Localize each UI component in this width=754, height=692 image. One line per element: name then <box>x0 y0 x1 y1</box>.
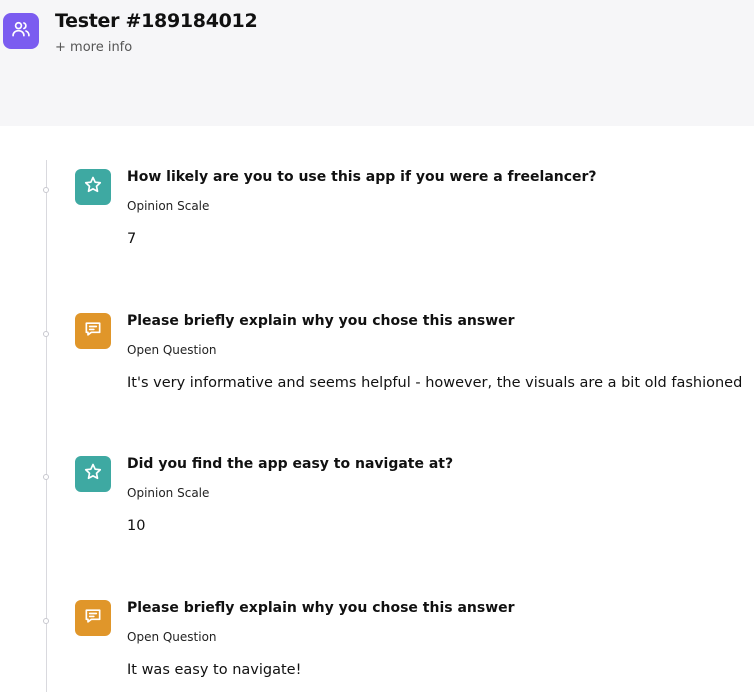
question-type: Opinion Scale <box>127 486 210 500</box>
question-title: How likely are you to use this app if yo… <box>127 169 597 185</box>
timeline-dot <box>43 618 49 624</box>
question-type: Open Question <box>127 343 217 357</box>
message-icon <box>83 606 103 630</box>
question-title: Please briefly explain why you chose thi… <box>127 600 515 616</box>
tester-header: Tester #189184012 + more info <box>0 0 754 126</box>
answer-text: 7 <box>127 231 137 247</box>
answer-text: 10 <box>127 518 146 534</box>
question-title: Please briefly explain why you chose thi… <box>127 313 515 329</box>
more-info-link[interactable]: + more info <box>55 40 132 55</box>
timeline-dot <box>43 331 49 337</box>
star-icon <box>83 175 103 199</box>
answer-text: It was easy to navigate! <box>127 662 302 678</box>
timeline-dot <box>43 187 49 193</box>
users-icon <box>11 19 31 43</box>
open-question-badge <box>75 600 111 636</box>
tester-avatar <box>3 13 39 49</box>
question-type: Opinion Scale <box>127 199 210 213</box>
open-question-badge <box>75 313 111 349</box>
message-icon <box>83 319 103 343</box>
timeline-line <box>46 160 47 692</box>
opinion-scale-badge <box>75 456 111 492</box>
question-title: Did you find the app easy to navigate at… <box>127 456 454 472</box>
question-type: Open Question <box>127 630 217 644</box>
page-title: Tester #189184012 <box>55 10 258 32</box>
opinion-scale-badge <box>75 169 111 205</box>
timeline-dot <box>43 474 49 480</box>
answer-text: It's very informative and seems helpful … <box>127 375 743 391</box>
star-icon <box>83 462 103 486</box>
